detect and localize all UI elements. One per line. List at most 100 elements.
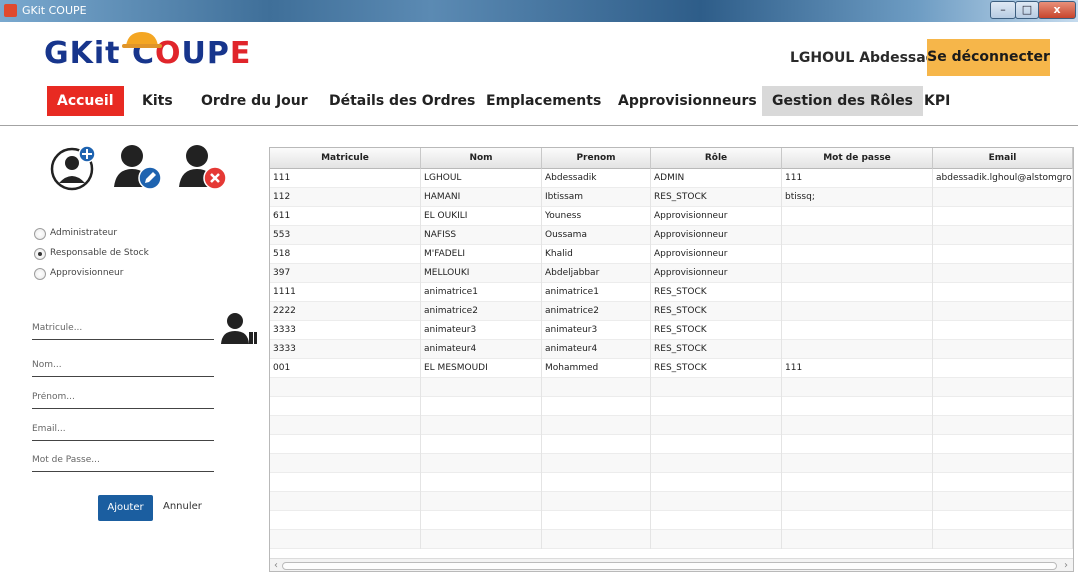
scroll-thumb[interactable] [282, 562, 1057, 570]
table-row[interactable]: 3333 animateur3 animateur3 RES_STOCK [270, 321, 1073, 340]
empty-table-row[interactable] [270, 397, 1073, 416]
cell-prenom [542, 492, 651, 511]
cell-nom [421, 530, 542, 549]
table-row[interactable]: 001 EL MESMOUDI Mohammed RES_STOCK 111 [270, 359, 1073, 378]
cell-email [933, 359, 1073, 378]
nav-item-emplacements[interactable]: Emplacements [476, 86, 611, 116]
cell-mot-de-passe [782, 378, 933, 397]
empty-table-row[interactable] [270, 378, 1073, 397]
radio-button[interactable] [34, 268, 46, 280]
scroll-left-icon[interactable]: ‹ [270, 559, 282, 571]
nav-item-ordre-du-jour[interactable]: Ordre du Jour [191, 86, 318, 116]
maximize-button[interactable]: □ [1015, 1, 1039, 19]
empty-table-row[interactable] [270, 435, 1073, 454]
cell-prenom: Youness [542, 207, 651, 226]
cell-matricule: 3333 [270, 321, 421, 340]
table-row[interactable]: 397 MELLOUKI Abdeljabbar Approvisionneur [270, 264, 1073, 283]
cell-matricule: 553 [270, 226, 421, 245]
user-card-icon[interactable] [219, 312, 259, 346]
header-col-matricule[interactable]: Matricule [270, 148, 421, 169]
cell-mot-de-passe [782, 416, 933, 435]
nav-item-kits[interactable]: Kits [132, 86, 183, 116]
nav-item-gestion-des-roles[interactable]: Gestion des Rôles [762, 86, 924, 116]
add-user-icon[interactable] [50, 143, 100, 193]
cell-mot-de-passe [782, 473, 933, 492]
nom-field[interactable] [32, 355, 214, 377]
nom-input[interactable] [32, 355, 214, 375]
horizontal-scrollbar[interactable]: ‹ › [270, 558, 1073, 571]
cell-email: abdessadik.lghoul@alstomgroup. [933, 169, 1073, 188]
cell-matricule [270, 416, 421, 435]
cell-prenom: Khalid [542, 245, 651, 264]
nav-item-approvisionneurs[interactable]: Approvisionneurs [608, 86, 767, 116]
empty-table-row[interactable] [270, 416, 1073, 435]
cell-nom: animateur4 [421, 340, 542, 359]
edit-user-icon[interactable] [112, 141, 162, 191]
cell-email [933, 397, 1073, 416]
header-col-nom[interactable]: Nom [421, 148, 542, 169]
nav-item-accueil[interactable]: Accueil [47, 86, 124, 116]
cell-prenom: Ibtissam [542, 188, 651, 207]
cell-mot-de-passe [782, 321, 933, 340]
empty-table-row[interactable] [270, 511, 1073, 530]
cell-nom: EL OUKILI [421, 207, 542, 226]
cell-role [651, 416, 782, 435]
header-col-prenom[interactable]: Prenom [542, 148, 651, 169]
cell-matricule [270, 378, 421, 397]
table-row[interactable]: 3333 animateur4 animateur4 RES_STOCK [270, 340, 1073, 359]
radio-button-checked[interactable] [34, 248, 46, 260]
delete-user-icon[interactable] [177, 141, 227, 191]
cell-email [933, 207, 1073, 226]
cell-mot-de-passe [782, 511, 933, 530]
table-row[interactable]: 1111 animatrice1 animatrice1 RES_STOCK [270, 283, 1073, 302]
matricule-input[interactable] [32, 318, 214, 338]
table-row[interactable]: 553 NAFISS Oussama Approvisionneur [270, 226, 1073, 245]
cell-nom: animatrice2 [421, 302, 542, 321]
header-col-role[interactable]: Rôle [651, 148, 782, 169]
cell-mot-de-passe: btissq; [782, 188, 933, 207]
matricule-field[interactable] [32, 318, 214, 340]
add-button[interactable]: Ajouter [98, 495, 153, 521]
scroll-right-icon[interactable]: › [1060, 559, 1072, 571]
cell-matricule [270, 454, 421, 473]
empty-table-row[interactable] [270, 454, 1073, 473]
cell-prenom [542, 435, 651, 454]
password-field[interactable] [32, 450, 214, 472]
cell-mot-de-passe: 111 [782, 169, 933, 188]
logout-button[interactable]: Se déconnecter [927, 39, 1050, 76]
table-row[interactable]: 111 LGHOUL Abdessadik ADMIN 111 abdessadik.lg… [270, 169, 1073, 188]
email-field[interactable] [32, 419, 214, 441]
logo-letter-p: P [206, 36, 230, 71]
minimize-button[interactable]: – [990, 1, 1016, 19]
header-col-mot-de-passe[interactable]: Mot de passe [782, 148, 933, 169]
table-row[interactable]: 611 EL OUKILI Youness Approvisionneur [270, 207, 1073, 226]
cell-mot-de-passe [782, 207, 933, 226]
close-button[interactable]: x [1038, 1, 1076, 19]
empty-table-row[interactable] [270, 530, 1073, 549]
prenom-field[interactable] [32, 387, 214, 409]
cell-email [933, 302, 1073, 321]
table-row[interactable]: 112 HAMANI Ibtissam RES_STOCK btissq; [270, 188, 1073, 207]
cell-nom: NAFISS [421, 226, 542, 245]
nav-item-kpi[interactable]: KPI [914, 86, 960, 116]
cell-prenom: animateur3 [542, 321, 651, 340]
prenom-input[interactable] [32, 387, 214, 407]
empty-table-row[interactable] [270, 492, 1073, 511]
table-row[interactable]: 2222 animatrice2 animatrice2 RES_STOCK [270, 302, 1073, 321]
cell-prenom [542, 378, 651, 397]
cell-nom [421, 435, 542, 454]
header-col-email[interactable]: Email [933, 148, 1073, 169]
cell-prenom [542, 454, 651, 473]
cell-nom: LGHOUL [421, 169, 542, 188]
cell-role [651, 511, 782, 530]
radio-button[interactable] [34, 228, 46, 240]
cancel-button[interactable]: Annuler [163, 501, 202, 512]
cell-nom [421, 416, 542, 435]
email-input[interactable] [32, 419, 214, 439]
cell-email [933, 283, 1073, 302]
table-row[interactable]: 518 M'FADELI Khalid Approvisionneur [270, 245, 1073, 264]
nav-item-details-des-ordres[interactable]: Détails des Ordres [319, 86, 485, 116]
cell-role: RES_STOCK [651, 359, 782, 378]
password-input[interactable] [32, 450, 214, 470]
empty-table-row[interactable] [270, 473, 1073, 492]
